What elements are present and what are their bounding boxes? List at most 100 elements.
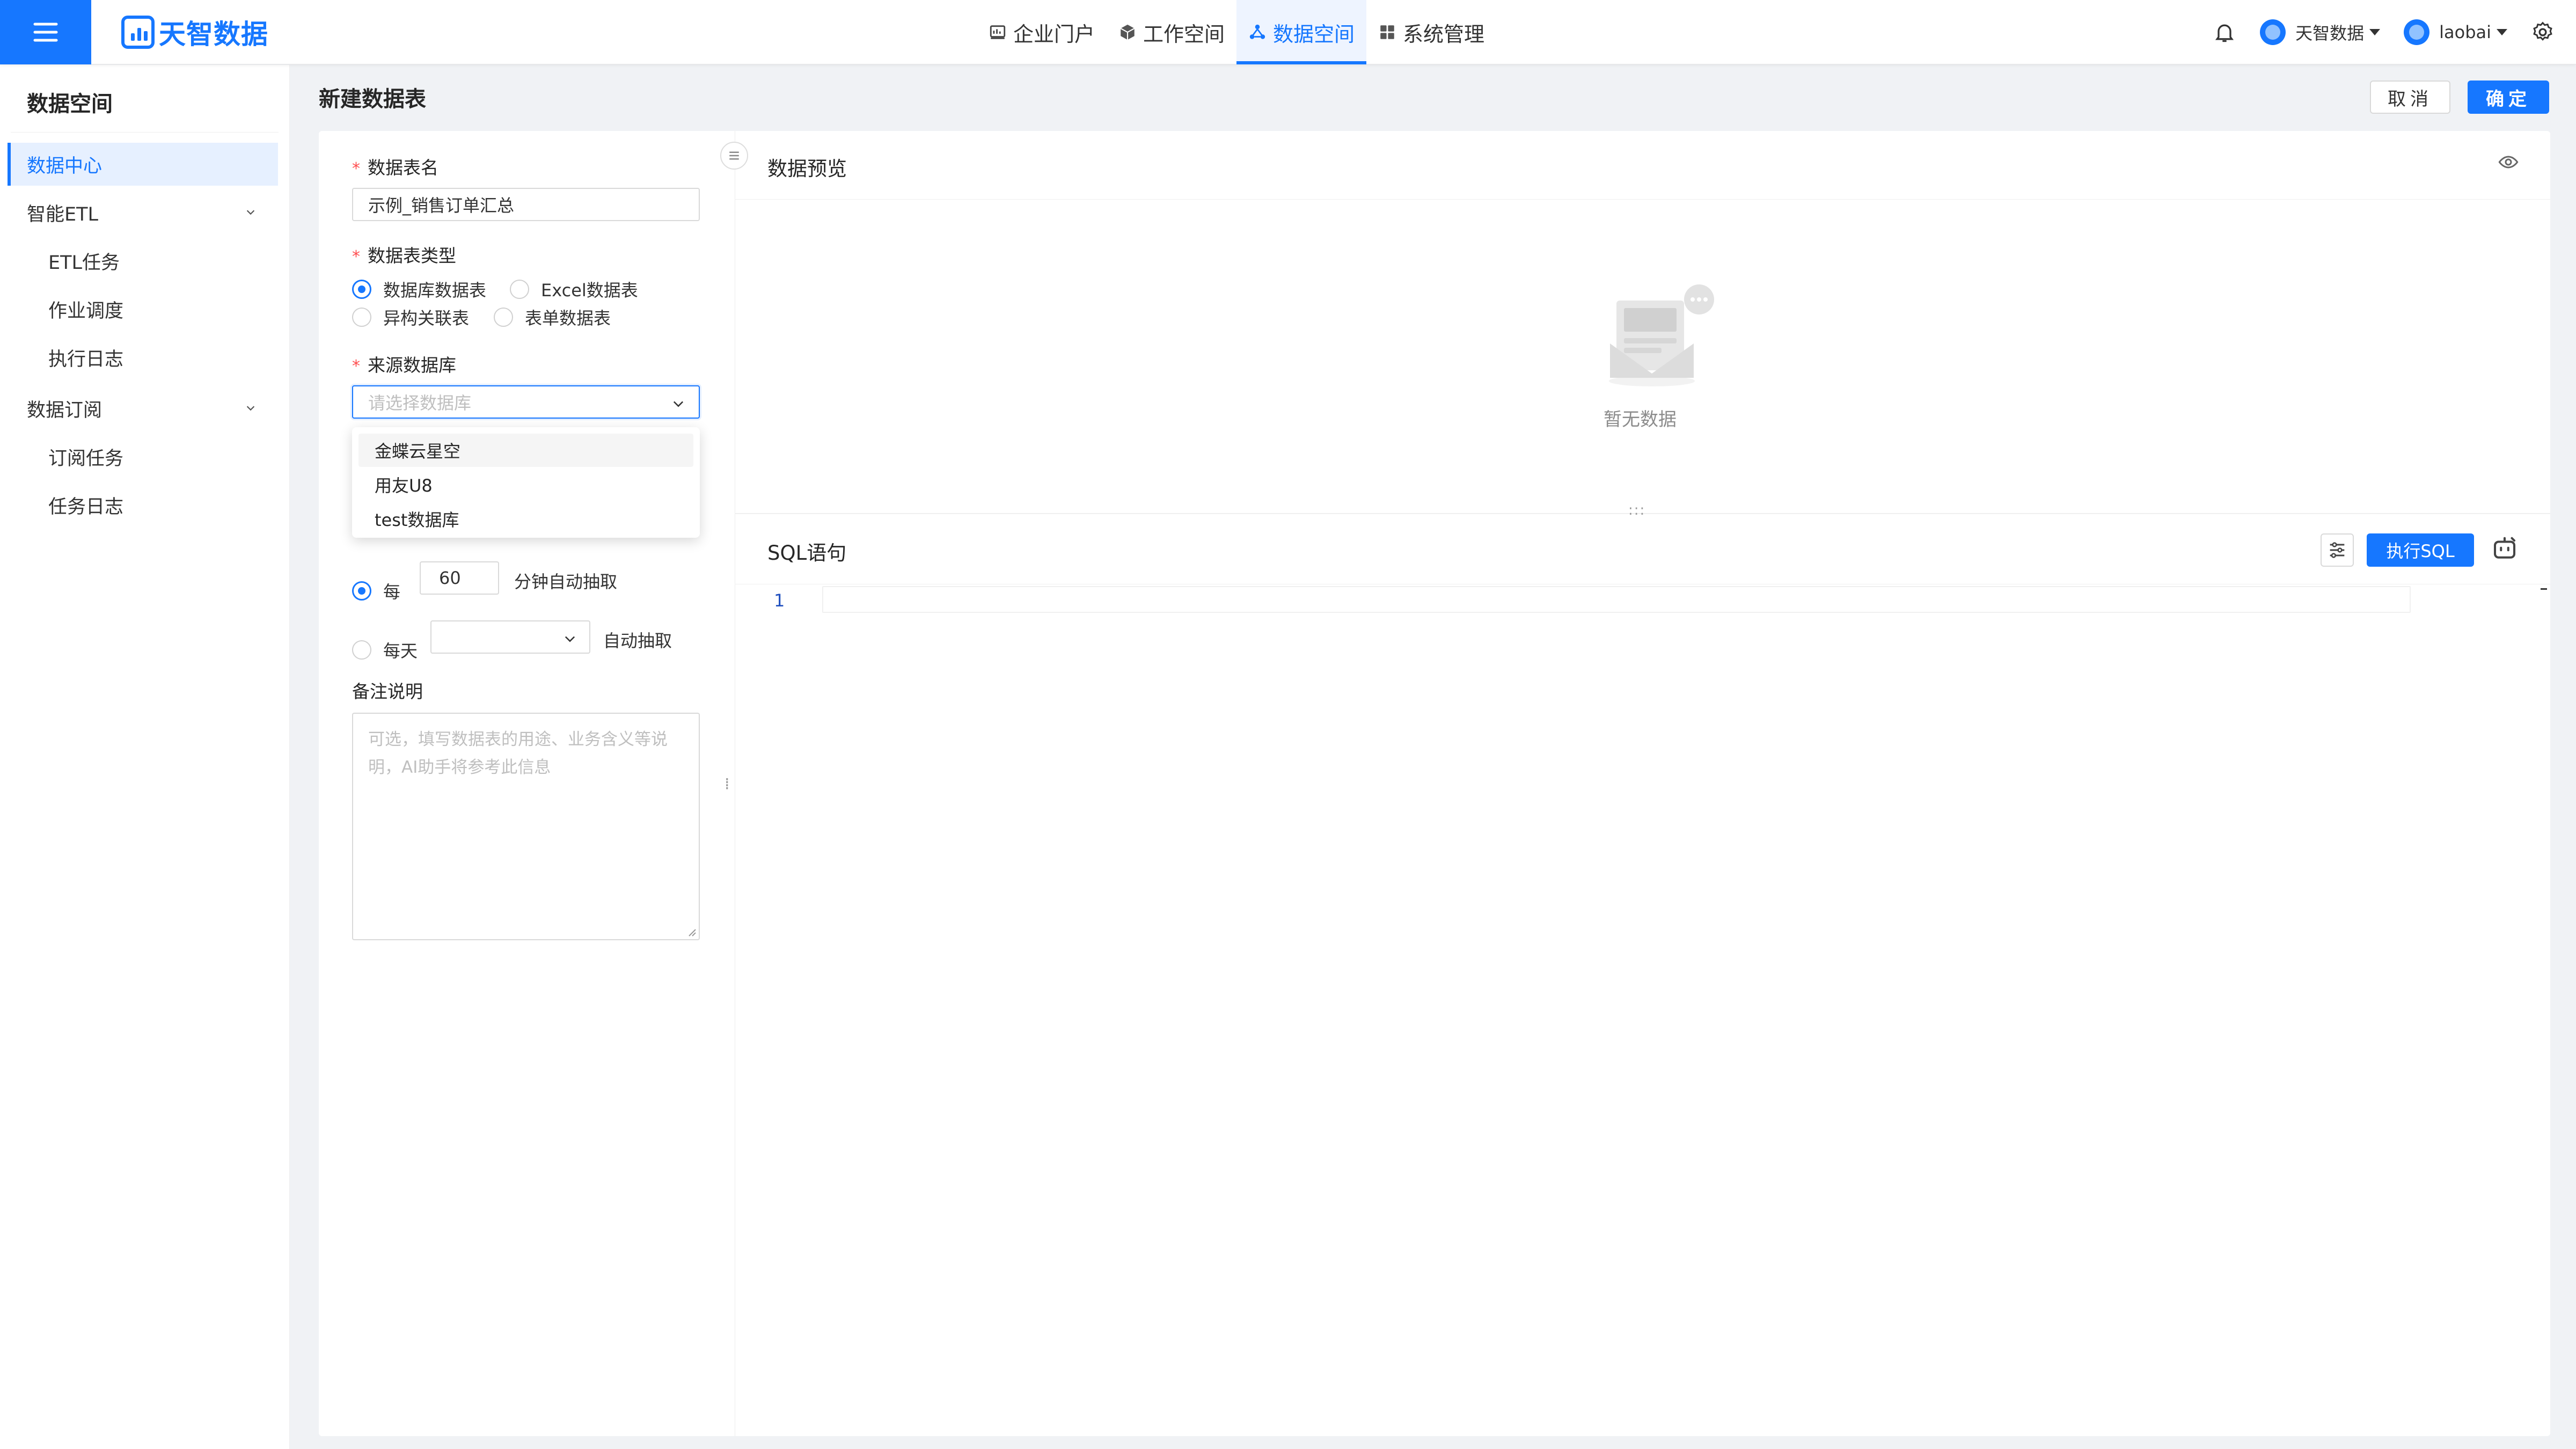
sidebar-item-label: 智能ETL — [27, 203, 98, 225]
main-card: * 数据表名 示例_销售订单汇总 * 数据表类型 数据库数据表 Excel数据表 异… — [319, 131, 2550, 1436]
splitter-handle[interactable]: ::: — [1628, 502, 1645, 518]
menu-toggle-button[interactable] — [0, 0, 91, 64]
divider — [11, 132, 279, 133]
nav-label: 工作空间 — [1143, 22, 1225, 46]
header-tools: 天智数据 laobai — [2213, 0, 2576, 64]
sidebar-item-exec-log[interactable]: 执行日志 — [8, 336, 278, 379]
sidebar-item-label: 数据中心 — [27, 155, 103, 177]
radio-dot — [494, 308, 513, 327]
execute-sql-button[interactable]: 执行SQL — [2367, 533, 2474, 567]
source-db-label: * 来源数据库 — [352, 355, 456, 376]
input-value: 示例_销售订单汇总 — [368, 195, 515, 216]
radio-every-minutes[interactable]: 每 — [352, 579, 400, 603]
table-name-input[interactable]: 示例_销售订单汇总 — [352, 188, 700, 221]
caret-down-icon — [2369, 29, 2381, 35]
sidebar-item-label: 数据订阅 — [27, 399, 103, 421]
sidebar-item-data-subscription[interactable]: 数据订阅 — [8, 387, 278, 430]
divider — [735, 199, 2550, 200]
radio-hetero-table[interactable]: 异构关联表 — [352, 305, 469, 330]
sidebar-item-smart-etl[interactable]: 智能ETL — [8, 191, 278, 234]
username: laobai — [2439, 22, 2491, 42]
vertical-resize-handle[interactable]: ⁞ — [724, 775, 730, 794]
select-placeholder: 请选择数据库 — [368, 393, 472, 413]
user-menu[interactable]: laobai — [2404, 19, 2507, 45]
notification-button[interactable] — [2213, 20, 2236, 44]
chevron-down-icon — [565, 636, 575, 642]
required-mark: * — [352, 247, 360, 266]
resize-grip-icon[interactable] — [686, 926, 697, 937]
sidebar-item-etl-task[interactable]: ETL任务 — [8, 239, 278, 282]
gear-icon — [2533, 21, 2552, 41]
user-avatar — [2404, 19, 2430, 45]
chevron-down-icon — [246, 210, 255, 215]
share-nodes-icon — [1249, 24, 1265, 39]
ai-assistant-icon[interactable] — [2490, 535, 2519, 564]
logo-text: 天智数据 — [159, 19, 268, 50]
radio-form-table[interactable]: 表单数据表 — [494, 305, 611, 330]
source-db-dropdown: 金蝶云星空 用友U8 test数据库 — [352, 427, 700, 538]
minutes-input[interactable]: 60 — [420, 561, 499, 595]
org-logo-icon — [2260, 19, 2286, 45]
radio-dot — [352, 308, 371, 327]
empty-inbox-icon — [1609, 284, 1714, 386]
empty-text: 暂无数据 — [1604, 409, 1677, 430]
app-logo[interactable]: 天智数据 — [121, 12, 268, 53]
dropdown-option[interactable]: 用友U8 — [358, 468, 693, 501]
nav-item-portal[interactable]: 企业门户 — [977, 0, 1107, 64]
preview-title: 数据预览 — [767, 157, 847, 180]
cancel-button[interactable]: 取消 — [2370, 80, 2450, 114]
nav-label: 系统管理 — [1403, 22, 1485, 46]
sidebar-item-label: 作业调度 — [48, 300, 124, 322]
radio-dot — [352, 581, 371, 601]
remark-label: 备注说明 — [352, 681, 423, 702]
sidebar: 数据空间 数据中心 智能ETL ETL任务 作业调度 执行日志 数据订阅 订阅任… — [0, 65, 290, 1449]
radio-excel-table[interactable]: Excel数据表 — [510, 277, 638, 302]
org-switcher[interactable]: 天智数据 — [2260, 19, 2381, 45]
bell-icon — [2215, 24, 2234, 42]
dropdown-option[interactable]: test数据库 — [358, 502, 693, 536]
editor-scroll-marker — [2541, 588, 2547, 590]
source-db-select[interactable]: 请选择数据库 — [352, 385, 700, 419]
sidebar-item-label: 订阅任务 — [48, 448, 124, 470]
sidebar-item-label: 任务日志 — [48, 496, 124, 518]
eye-icon[interactable] — [2498, 151, 2519, 173]
required-mark: * — [352, 357, 360, 376]
radio-daily[interactable]: 每天 — [352, 638, 418, 662]
confirm-button[interactable]: 确定 — [2468, 80, 2549, 114]
sql-settings-button[interactable] — [2321, 533, 2354, 567]
list-icon — [729, 151, 739, 160]
table-type-label: * 数据表类型 — [352, 245, 456, 266]
radio-dot — [510, 280, 529, 299]
sidebar-item-label: ETL任务 — [48, 252, 120, 274]
dropdown-option[interactable]: 金蝶云星空 — [358, 434, 693, 467]
settings-button[interactable] — [2531, 20, 2555, 44]
sidebar-item-job-schedule[interactable]: 作业调度 — [8, 288, 278, 331]
chevron-down-icon — [246, 406, 255, 411]
sql-editor-line[interactable] — [822, 586, 2411, 613]
caret-down-icon — [2497, 29, 2507, 35]
nav-item-workspace[interactable]: 工作空间 — [1107, 0, 1236, 64]
nav-label: 数据空间 — [1273, 22, 1355, 46]
sidebar-item-data-center[interactable]: 数据中心 — [8, 143, 278, 186]
grid-icon — [1380, 25, 1394, 39]
daily-time-select[interactable] — [430, 620, 590, 654]
chevron-down-icon — [673, 401, 684, 407]
daily-suffix: 自动抽取 — [603, 631, 672, 651]
required-mark: * — [352, 159, 360, 178]
sidebar-item-subscription-task[interactable]: 订阅任务 — [8, 435, 278, 478]
remark-textarea[interactable]: 可选，填写数据表的用途、业务含义等说明，AI助手将参考此信息 — [352, 713, 700, 940]
org-name: 天智数据 — [2295, 23, 2365, 43]
sidebar-title: 数据空间 — [27, 92, 113, 116]
sql-title: SQL语句 — [767, 541, 847, 565]
form-pane: * 数据表名 示例_销售订单汇总 * 数据表类型 数据库数据表 Excel数据表 异… — [319, 131, 735, 1436]
radio-db-table[interactable]: 数据库数据表 — [352, 277, 486, 302]
table-name-label: * 数据表名 — [352, 157, 438, 178]
collapse-panel-button[interactable] — [720, 142, 748, 170]
nav-item-dataspace[interactable]: 数据空间 — [1236, 0, 1367, 64]
sidebar-item-task-log[interactable]: 任务日志 — [8, 484, 278, 526]
radio-dot — [352, 640, 371, 660]
nav-item-system[interactable]: 系统管理 — [1366, 0, 1496, 64]
line-number: 1 — [774, 590, 785, 611]
sidebar-item-label: 执行日志 — [48, 348, 124, 370]
minutes-suffix: 分钟自动抽取 — [514, 572, 618, 592]
